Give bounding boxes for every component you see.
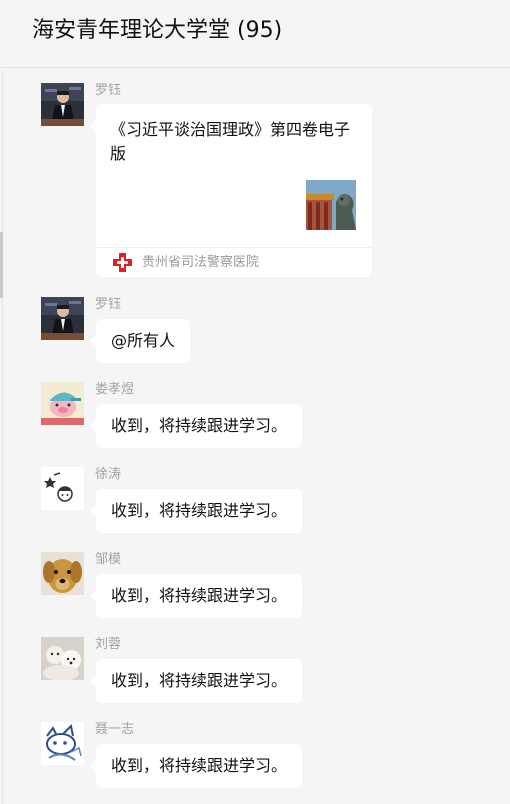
message-bubble[interactable]: 收到，将持续跟进学习。 [89,404,303,448]
avatar[interactable] [41,83,84,126]
message-bubble[interactable]: 收到，将持续跟进学习。 [89,574,303,618]
avatar-doodle-face [41,467,84,510]
sender-name: 聂一志 [95,722,135,737]
message-bubble[interactable]: 收到，将持续跟进学习。 [89,744,303,788]
chat-header: 海安青年理论大学堂 (95) [0,0,510,68]
card-source: 贵州省司法警察医院 [142,255,260,270]
sender-name: 罗钰 [95,83,122,98]
card-title: 《习近平谈治国理政》第四卷电子版 [110,120,351,163]
avatar-cartoon-pig-cap [41,382,84,425]
sender-name: 刘蓉 [95,637,122,652]
avatar-photo-man-in-suit [41,83,84,126]
red-cross-icon [112,252,133,273]
panel-divider [2,70,3,804]
sender-name: 罗钰 [95,297,122,312]
message-bubble[interactable]: 收到，将持续跟进学习。 [89,659,303,703]
avatar[interactable] [41,637,84,680]
link-card[interactable]: 《习近平谈治国理政》第四卷电子版 贵州省司法警察医院 [90,104,372,277]
message-bubble[interactable]: @所有人 [89,319,191,363]
avatar[interactable] [41,382,84,425]
avatar-photo-white-dogs [41,637,84,680]
avatar-blue-doodle-cat [41,722,84,765]
panel-resize-handle[interactable] [0,232,3,298]
avatar[interactable] [41,552,84,595]
chat-title: 海安青年理论大学堂 (95) [32,18,283,43]
palace-lion-thumbnail-image [306,180,356,230]
sender-name: 娄孝煜 [95,382,135,397]
avatar[interactable] [41,467,84,510]
avatar-photo-man-in-suit [41,297,84,340]
sender-name: 邹模 [95,552,122,567]
sender-name: 徐涛 [95,467,122,482]
card-thumbnail [306,180,356,230]
avatar[interactable] [41,722,84,765]
card-divider [96,247,372,248]
message-bubble[interactable]: 收到，将持续跟进学习。 [89,489,303,533]
avatar-photo-golden-retriever [41,552,84,595]
avatar[interactable] [41,297,84,340]
